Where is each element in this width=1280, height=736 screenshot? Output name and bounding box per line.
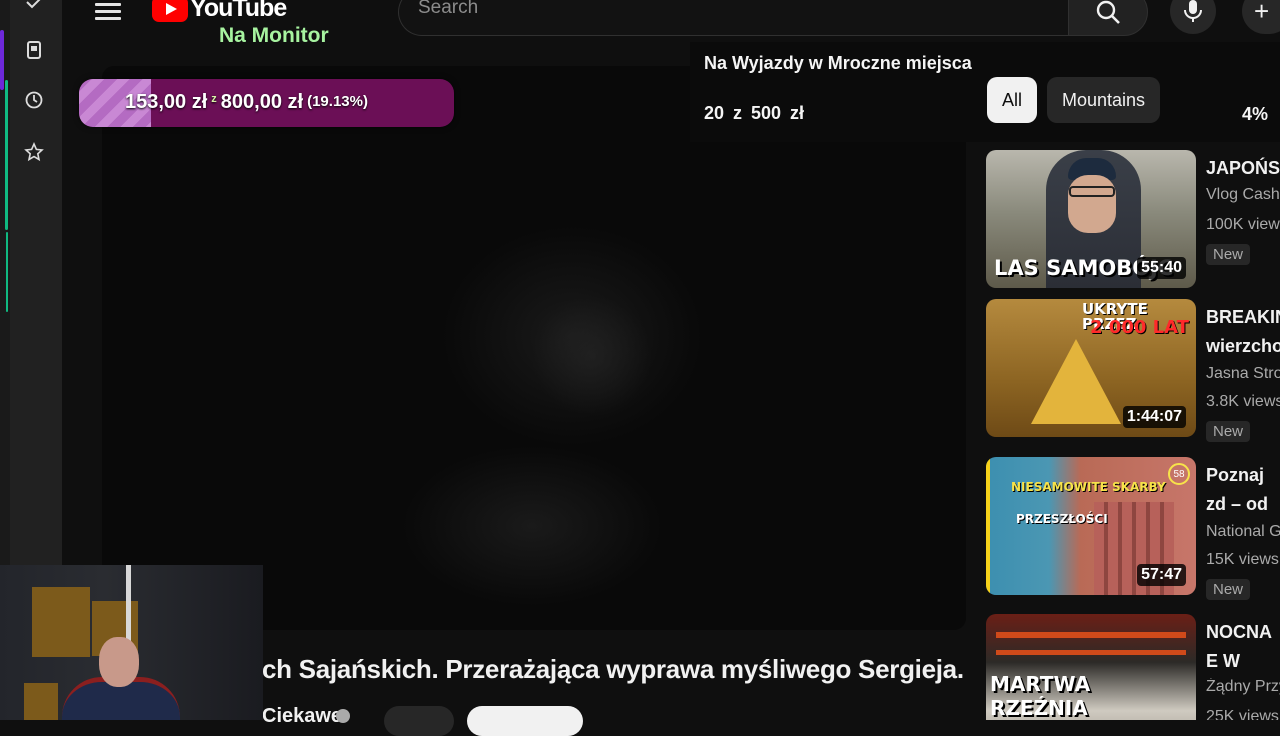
edge-accent-green-2	[6, 232, 8, 312]
edge-accent-purple	[0, 30, 4, 90]
video-channel-name[interactable]: Ciekawe	[262, 705, 342, 728]
view-count: 3.8K views	[1206, 393, 1280, 410]
video-title[interactable]: JAPOŃSK	[1206, 154, 1280, 183]
donation-progress-text: 153,00 zł z 800,00 zł (19.13%)	[125, 91, 368, 114]
video-duration: 57:47	[1137, 564, 1186, 586]
video-thumbnail[interactable]: UKRYTE PRZEZ 2 000 LAT 1:44:07	[986, 299, 1196, 437]
mic-icon	[1184, 0, 1202, 22]
channel-name[interactable]: Żądny Przy	[1206, 678, 1280, 696]
video-thumbnail[interactable]: NIESAMOWITE SKARBY PRZESZŁOŚCI 58 57:47	[986, 457, 1196, 595]
video-title[interactable]: Poznaj zd – od mity	[1206, 461, 1280, 519]
webcam-overlay	[0, 565, 263, 720]
video-thumbnail[interactable]: MARTWA RZEŹNIA	[986, 614, 1196, 720]
browser-sidebar	[10, 0, 62, 565]
recommended-video[interactable]: UKRYTE PRZEZ 2 000 LAT 1:44:07 BREAKING …	[986, 299, 1280, 442]
logo-text: YouTube	[190, 0, 287, 22]
video-title[interactable]: BREAKING wierzchoł	[1206, 303, 1280, 361]
video-player[interactable]	[102, 66, 966, 630]
donation-progress-bar: 153,00 zł z 800,00 zł (19.13%)	[79, 79, 454, 127]
thumbnail-text: NIESAMOWITE SKARBY	[1011, 480, 1166, 494]
channel-name[interactable]: Vlog Casha	[1206, 186, 1280, 204]
plus-icon: +	[1254, 0, 1270, 26]
new-badge: New	[1206, 579, 1251, 600]
goal-progress: 20 z 500 zł	[704, 103, 805, 123]
menu-icon[interactable]	[95, 0, 121, 20]
thumbnail-text-2: 2 000 LAT	[1090, 317, 1189, 338]
subscribe-button[interactable]	[467, 706, 583, 736]
search-input[interactable]	[398, 0, 1069, 36]
video-title-main: ch Sajańskich. Przerażająca wyprawa myśl…	[262, 654, 964, 684]
youtube-logo-icon	[152, 0, 188, 22]
bookmark-icon[interactable]	[22, 38, 46, 62]
recommended-video[interactable]: NIESAMOWITE SKARBY PRZESZŁOŚCI 58 57:47 …	[986, 457, 1280, 600]
donation-current: 153,00 zł	[125, 91, 208, 113]
goal-title: Na Wyjazdy w Mroczne miejsca	[704, 53, 972, 73]
view-count: 25K views	[1206, 708, 1279, 720]
view-count: 100K views	[1206, 216, 1280, 233]
search-icon	[1096, 0, 1120, 24]
star-icon[interactable]	[22, 140, 46, 164]
search-placeholder: Search	[418, 0, 479, 18]
verified-icon	[336, 709, 350, 723]
donation-target: 800,00 zł	[220, 91, 304, 113]
check-icon[interactable]	[22, 0, 46, 18]
edge-accent-green	[5, 80, 8, 230]
video-duration: 55:40	[1137, 257, 1186, 279]
search-button[interactable]	[1068, 0, 1148, 36]
recommended-video[interactable]: MARTWA RZEŹNIA NOCNA E W ŚRODK Żądny Prz…	[986, 614, 1280, 720]
thumbnail-text: MARTWA	[990, 672, 1091, 696]
video-title[interactable]: NOCNA E W ŚRODK	[1206, 618, 1280, 676]
video-thumbnail[interactable]: LAS SAMOBÓJC 55:40	[986, 150, 1196, 288]
join-button[interactable]	[384, 706, 454, 736]
new-badge: New	[1206, 244, 1251, 265]
channel-name[interactable]: National Ge	[1206, 523, 1280, 541]
view-count: 15K views	[1206, 551, 1279, 568]
browser-edge-strip	[0, 0, 10, 565]
history-icon[interactable]	[22, 88, 46, 112]
goal-percent: 4%	[1242, 104, 1269, 124]
youtube-logo[interactable]: YouTube	[152, 0, 287, 23]
video-duration: 1:44:07	[1122, 406, 1186, 428]
thumbnail-text-2: RZEŹNIA	[990, 696, 1088, 720]
stream-overlay-title: Na Monitor	[219, 24, 329, 47]
chip-all[interactable]: All	[987, 77, 1037, 123]
channel-name[interactable]: Jasna Stron	[1206, 365, 1280, 383]
recommended-video[interactable]: LAS SAMOBÓJC 55:40 JAPOŃSK Vlog Casha 10…	[986, 150, 1280, 290]
thumbnail-badge: 58	[1168, 463, 1190, 485]
donation-separator: z	[211, 93, 217, 105]
new-badge: New	[1206, 421, 1251, 442]
goal-widget: Na Wyjazdy w Mroczne miejsca 20 z 500 zł…	[690, 42, 1280, 142]
thumbnail-text-2: PRZESZŁOŚCI	[1016, 512, 1108, 526]
donation-percent: (19.13%)	[307, 93, 368, 110]
chip-mountains[interactable]: Mountains	[1047, 77, 1160, 123]
